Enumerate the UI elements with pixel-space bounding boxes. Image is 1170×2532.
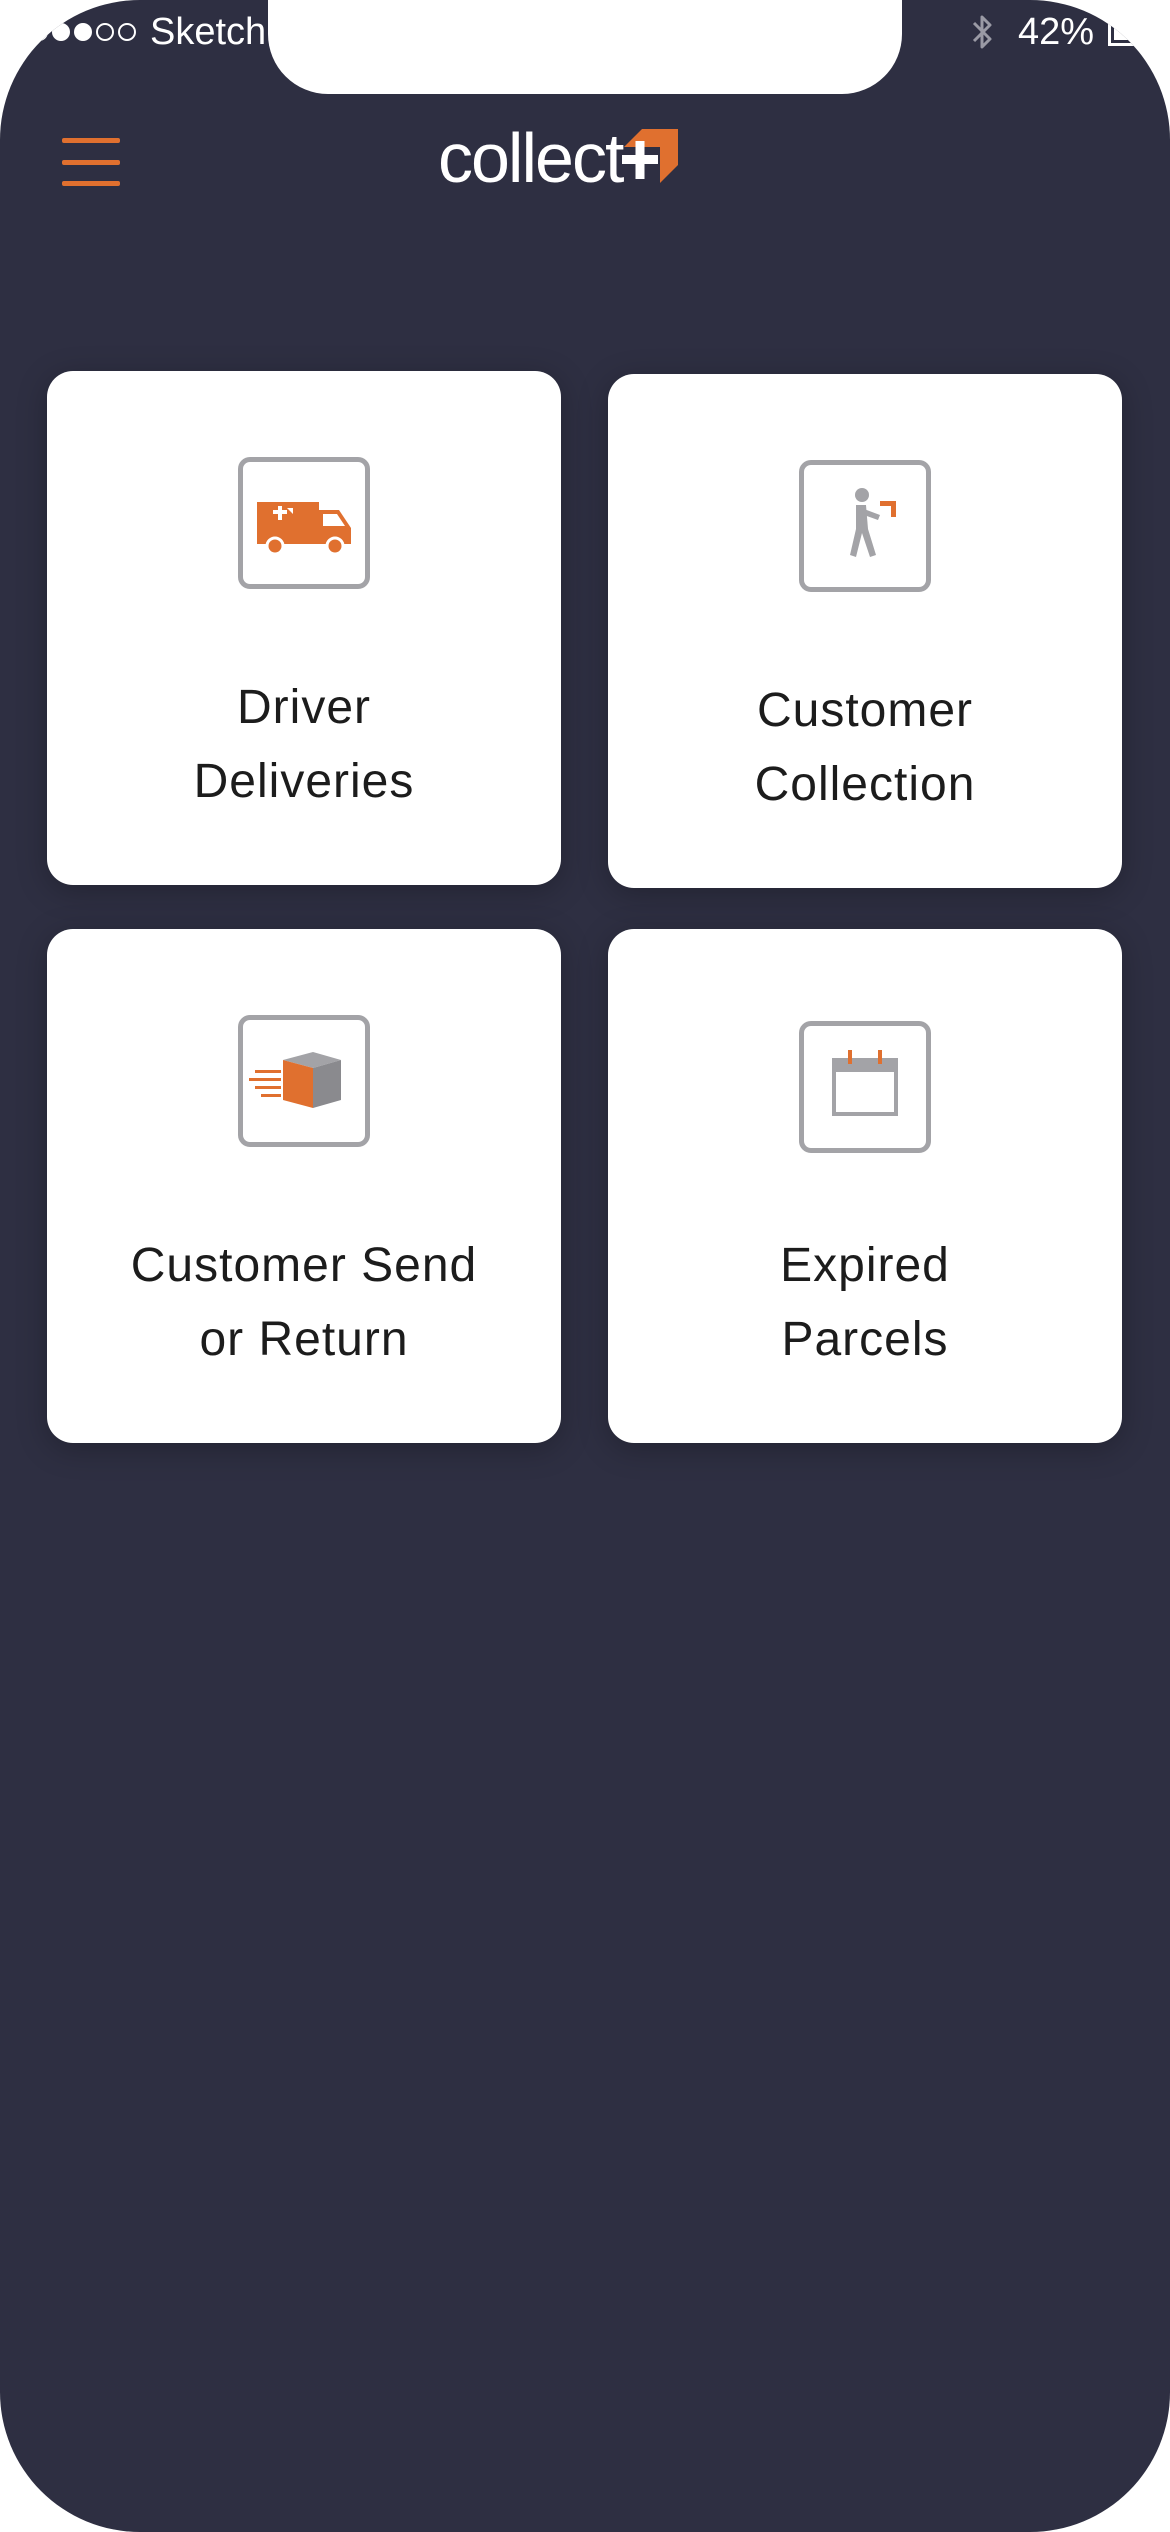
battery-percent: 42% <box>1017 10 1094 53</box>
carrier-name: Sketch <box>150 10 267 53</box>
customer-send-or-return-tile[interactable]: Customer Send or Return <box>47 929 561 1443</box>
status-bar-right: 42% <box>970 0 1170 64</box>
tile-label: Driver Deliveries <box>193 681 415 808</box>
signal-strength-icon <box>30 23 136 41</box>
logo-text: collect <box>438 119 624 197</box>
bluetooth-icon <box>972 15 992 49</box>
parcel-send-icon <box>249 1052 341 1108</box>
battery-icon <box>1108 18 1170 46</box>
tile-label: Customer Send or Return <box>130 1239 478 1366</box>
person-carrying-parcel-icon <box>850 488 896 557</box>
collect-plus-logo: collect <box>438 118 679 198</box>
menu-button[interactable] <box>62 138 120 186</box>
hamburger-menu-icon <box>62 138 120 143</box>
customer-collection-tile[interactable]: Customer Collection <box>608 374 1122 888</box>
status-bar-left: Sketch <box>30 0 266 64</box>
app-screen: Sketch 42% collect Driver Deliveries Cus… <box>0 0 1170 2532</box>
device-notch <box>268 0 902 94</box>
driver-deliveries-tile[interactable]: Driver Deliveries <box>47 371 561 885</box>
delivery-van-icon-frame <box>238 457 370 589</box>
delivery-van-icon <box>257 502 351 556</box>
tile-label: Expired Parcels <box>780 1239 950 1366</box>
parcel-send-icon-frame <box>238 1015 370 1147</box>
expired-parcels-tile[interactable]: Expired Parcels <box>608 929 1122 1443</box>
logo-plus-mark-icon <box>622 129 679 183</box>
calendar-icon-frame <box>799 1021 931 1153</box>
person-carrying-parcel-icon-frame <box>799 460 931 592</box>
tile-label: Customer Collection <box>754 684 976 811</box>
calendar-icon <box>832 1050 898 1116</box>
